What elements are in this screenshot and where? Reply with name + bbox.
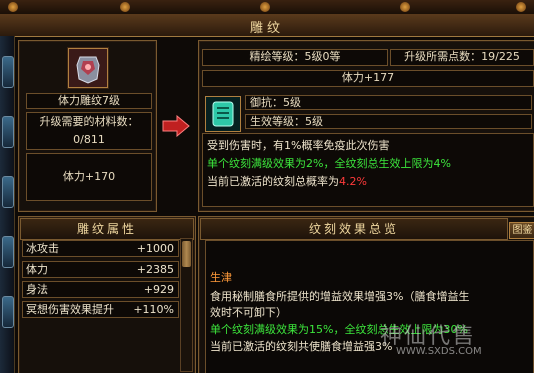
side-gem-icon[interactable] bbox=[2, 296, 14, 328]
effect-line-4: 当前已激活的纹刻共使膳食增益强3% bbox=[210, 340, 393, 353]
desc-line-3-prefix: 当前已激活的纹刻总概率为 bbox=[207, 175, 339, 188]
carving-window: 雕纹 体力雕纹7级 升级需要的材料数： 0/811 体力+170 精绘等级：5级… bbox=[0, 0, 534, 373]
current-stat-box: 体力+170 bbox=[26, 153, 152, 201]
attribute-row: 体力 +2385 bbox=[22, 261, 179, 278]
carving-item-slot[interactable] bbox=[68, 48, 108, 88]
top-ornament-strip bbox=[0, 0, 534, 15]
jade-slot[interactable] bbox=[205, 96, 241, 132]
ornament-icon bbox=[400, 2, 410, 12]
next-stat-label: 体力+177 bbox=[202, 70, 534, 87]
attributes-scrollbar[interactable] bbox=[180, 238, 193, 372]
refine-level-label: 精绘等级：5级0等 bbox=[202, 49, 388, 66]
attribute-name: 冥想伤害效果提升 bbox=[26, 303, 114, 316]
side-gem-icon[interactable] bbox=[2, 176, 14, 208]
attribute-name: 身法 bbox=[26, 283, 48, 296]
gauntlet-icon bbox=[69, 49, 107, 87]
attribute-value: +1000 bbox=[136, 242, 174, 255]
attribute-row: 冰攻击 +1000 bbox=[22, 240, 179, 257]
attribute-name: 体力 bbox=[26, 263, 48, 276]
ornament-icon bbox=[8, 2, 18, 12]
left-side-bar bbox=[0, 36, 15, 373]
ornament-icon bbox=[260, 2, 270, 12]
scrollbar-thumb[interactable] bbox=[182, 241, 191, 267]
attribute-row: 冥想伤害效果提升 +110% bbox=[22, 301, 179, 318]
effects-header: 纹刻效果总览 bbox=[200, 218, 508, 240]
desc-line-3: 当前已激活的纹刻总概率为4.2% bbox=[207, 173, 367, 189]
material-label: 升级需要的材料数： bbox=[39, 115, 139, 128]
attribute-name: 冰攻击 bbox=[26, 242, 59, 255]
desc-line-3-value: 4.2% bbox=[339, 175, 367, 188]
resist-level-label: 御抗：5级 bbox=[245, 95, 532, 110]
item-name-label: 体力雕纹7级 bbox=[26, 93, 152, 109]
attributes-header: 雕纹属性 bbox=[20, 218, 194, 240]
upgrade-points-label: 升级所需点数：19/225 bbox=[390, 49, 534, 66]
effect-skill-name: 生津 bbox=[210, 271, 232, 284]
effect-description-box: 受到伤害时，有1%概率免疫此次伤害 单个纹刻满级效果为2%，全纹刻总生效上限为4… bbox=[202, 133, 534, 207]
ornament-icon bbox=[516, 2, 526, 12]
ornament-icon bbox=[120, 2, 130, 12]
watermark-url: WWW.SXDS.COM bbox=[396, 346, 482, 357]
side-gem-icon[interactable] bbox=[2, 116, 14, 148]
jade-tablet-icon bbox=[206, 97, 240, 131]
desc-line-2: 单个纹刻满级效果为2%，全纹刻总生效上限为4% bbox=[207, 157, 451, 170]
material-count: 0/811 bbox=[73, 133, 105, 146]
desc-line-1: 受到伤害时，有1%概率免疫此次伤害 bbox=[207, 139, 390, 152]
effect-level-label: 生效等级：5级 bbox=[245, 114, 532, 129]
effect-line-2: 效时不可卸下） bbox=[210, 306, 287, 319]
attribute-value: +110% bbox=[133, 303, 174, 316]
side-gem-icon[interactable] bbox=[2, 236, 14, 268]
attribute-value: +2385 bbox=[136, 263, 174, 276]
upgrade-arrow-icon bbox=[162, 115, 190, 137]
attribute-value: +929 bbox=[143, 283, 174, 296]
effect-line-1: 食用秘制膳食所提供的增益效果增强3%（膳食增益生 bbox=[210, 290, 470, 303]
codex-tab-button[interactable]: 图鉴 bbox=[509, 222, 534, 239]
window-title: 雕纹 bbox=[249, 21, 284, 36]
title-bar: 雕纹 bbox=[0, 14, 534, 37]
side-gem-icon[interactable] bbox=[2, 56, 14, 88]
attribute-row: 身法 +929 bbox=[22, 281, 179, 298]
material-requirement-box: 升级需要的材料数： 0/811 bbox=[26, 112, 152, 150]
effects-content-box: 生津 食用秘制膳食所提供的增益效果增强3%（膳食增益生 效时不可卸下） 单个纹刻… bbox=[205, 240, 534, 373]
